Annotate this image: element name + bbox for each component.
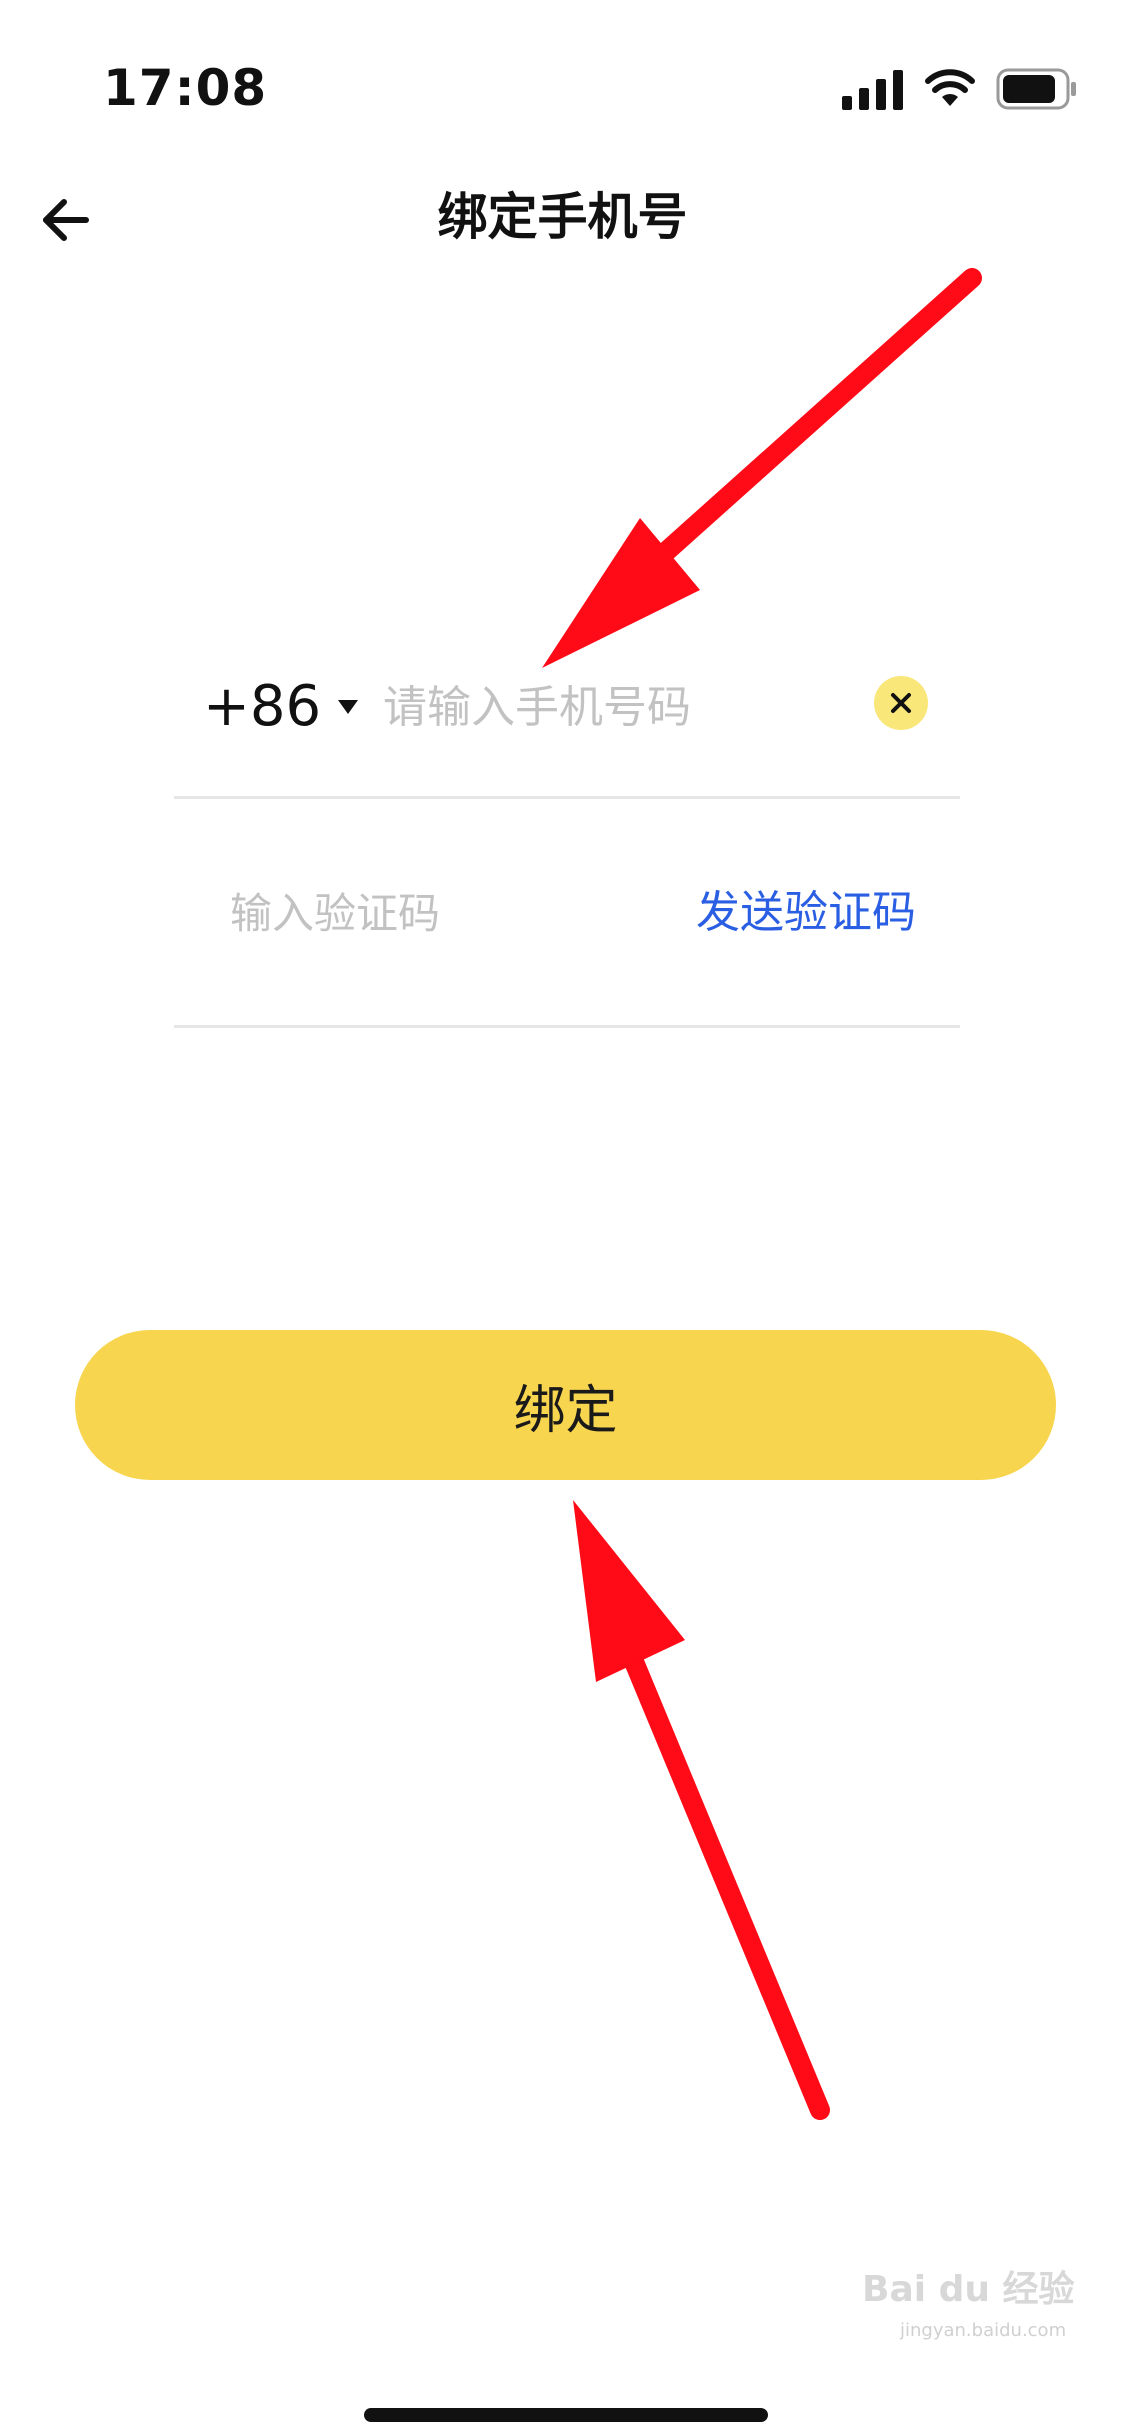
close-icon <box>891 693 911 713</box>
status-time: 17:08 <box>103 59 268 117</box>
divider <box>174 796 960 799</box>
wifi-icon <box>925 69 975 106</box>
annotation-arrow-bottom <box>573 1500 830 2120</box>
country-code-selector[interactable]: +86 <box>203 672 321 742</box>
caret-down-icon[interactable] <box>338 700 358 714</box>
clear-button[interactable] <box>874 676 928 730</box>
signal-icon <box>842 70 903 110</box>
watermark-logo: Bai du 经验 <box>862 2260 1075 2312</box>
annotation-arrows <box>542 268 982 2120</box>
send-code-button[interactable]: 发送验证码 <box>696 878 916 948</box>
watermark-url: jingyan.baidu.com <box>900 2320 1067 2341</box>
bind-button[interactable]: 绑定 <box>75 1330 1056 1480</box>
watermark-text: Bai du 经验 <box>862 2269 1075 2310</box>
verification-code-input[interactable] <box>230 876 440 950</box>
phone-number-input[interactable] <box>383 670 863 744</box>
page-title: 绑定手机号 <box>437 188 688 246</box>
battery-icon <box>996 68 1076 110</box>
annotation-arrow-top <box>542 268 982 668</box>
divider <box>174 1025 960 1028</box>
home-indicator[interactable] <box>364 2408 768 2422</box>
